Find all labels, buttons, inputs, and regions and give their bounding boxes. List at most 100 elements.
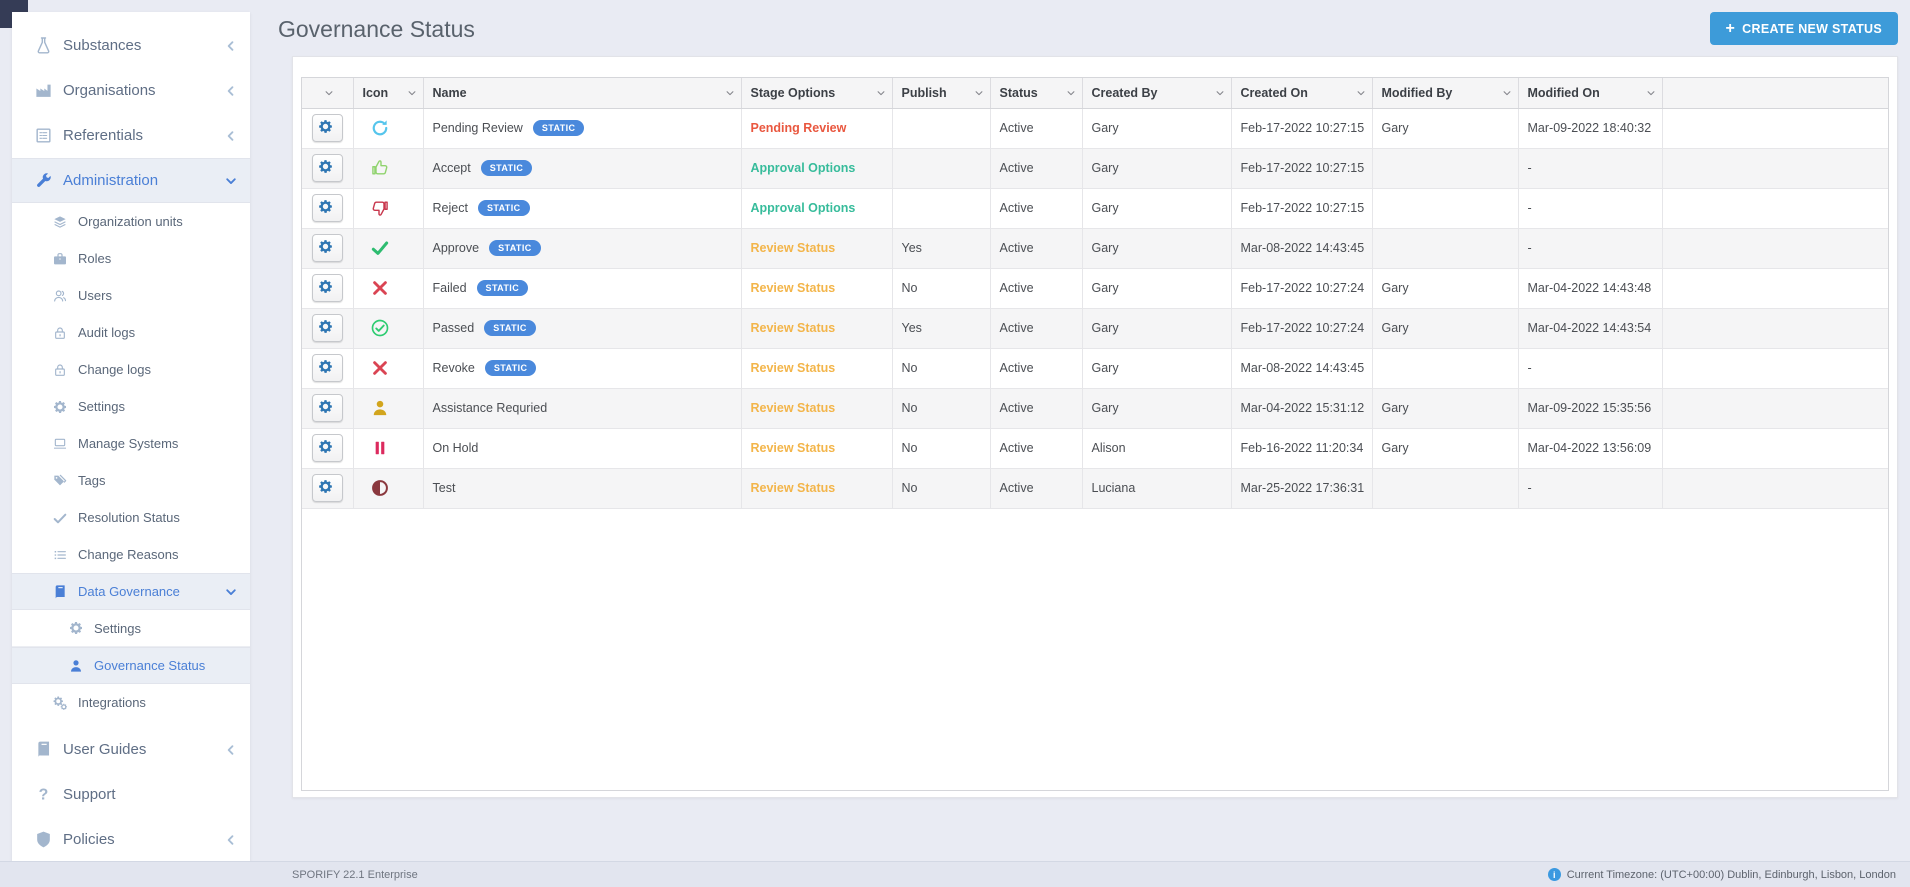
- column-header-created_by[interactable]: Created By: [1082, 78, 1231, 108]
- sidebar-item-user-guides[interactable]: User Guides: [12, 727, 250, 772]
- sidebar-item-manage-systems[interactable]: Manage Systems: [12, 425, 250, 462]
- cell-publish: No: [892, 348, 990, 388]
- column-header-icon[interactable]: Icon: [353, 78, 423, 108]
- table-row[interactable]: PassedSTATICReview StatusYesActiveGaryFe…: [302, 308, 1888, 348]
- table-row[interactable]: On HoldReview StatusNoActiveAlisonFeb-16…: [302, 428, 1888, 468]
- chevron-down-icon[interactable]: [974, 88, 984, 98]
- create-new-status-button[interactable]: + CREATE NEW STATUS: [1710, 12, 1898, 45]
- column-label: Publish: [902, 86, 947, 100]
- gear-icon: [317, 478, 337, 498]
- sidebar-item-change-logs[interactable]: Change logs: [12, 351, 250, 388]
- cell-stage-options: Review Status: [741, 308, 892, 348]
- column-header-publish[interactable]: Publish: [892, 78, 990, 108]
- cell-status: Active: [990, 188, 1082, 228]
- row-settings-button[interactable]: [312, 274, 343, 302]
- static-badge: STATIC: [484, 320, 536, 336]
- column-header-name[interactable]: Name: [423, 78, 741, 108]
- sidebar-item-organization-units[interactable]: Organization units: [12, 203, 250, 240]
- gear-icon: [317, 278, 337, 298]
- sidebar-item-label: Governance Status: [94, 658, 238, 673]
- column-label: Icon: [363, 86, 389, 100]
- column-header-modified_on[interactable]: Modified On: [1518, 78, 1662, 108]
- sidebar-item-support[interactable]: ?Support: [12, 772, 250, 817]
- table-row[interactable]: ApproveSTATICReview StatusYesActiveGaryM…: [302, 228, 1888, 268]
- chevron-down-icon[interactable]: [1066, 88, 1076, 98]
- column-header-created_on[interactable]: Created On: [1231, 78, 1372, 108]
- sidebar-item-integrations[interactable]: Integrations: [12, 684, 250, 721]
- sidebar-item-roles[interactable]: Roles: [12, 240, 250, 277]
- cell-stage-options: Pending Review: [741, 108, 892, 148]
- sidebar-item-label: Settings: [78, 399, 238, 414]
- status-name: Revoke: [433, 361, 475, 375]
- row-settings-button[interactable]: [312, 394, 343, 422]
- table-row[interactable]: TestReview StatusNoActiveLucianaMar-25-2…: [302, 468, 1888, 508]
- column-label: Stage Options: [751, 86, 836, 100]
- cell-modified-by: Gary: [1372, 308, 1518, 348]
- sidebar-item-substances[interactable]: Substances: [12, 23, 250, 68]
- cell-actions: [302, 348, 353, 388]
- sidebar-item-referentials[interactable]: Referentials: [12, 113, 250, 158]
- sidebar-item-policies[interactable]: Policies: [12, 817, 250, 862]
- cell-status: Active: [990, 308, 1082, 348]
- row-settings-button[interactable]: [312, 114, 343, 142]
- cell-actions: [302, 268, 353, 308]
- status-name: On Hold: [433, 441, 479, 455]
- sidebar-item-change-reasons[interactable]: Change Reasons: [12, 536, 250, 573]
- sidebar-item-audit-logs[interactable]: Audit logs: [12, 314, 250, 351]
- row-settings-button[interactable]: [312, 154, 343, 182]
- row-settings-button[interactable]: [312, 194, 343, 222]
- table-row[interactable]: Assistance RequriedReview StatusNoActive…: [302, 388, 1888, 428]
- cell-created-on: Feb-17-2022 10:27:24: [1231, 308, 1372, 348]
- sidebar-item-tags[interactable]: Tags: [12, 462, 250, 499]
- column-label: Modified On: [1528, 86, 1600, 100]
- chevron-down-icon[interactable]: [324, 88, 334, 98]
- row-settings-button[interactable]: [312, 314, 343, 342]
- cell-modified-on: -: [1518, 348, 1662, 388]
- chevron-left-icon: [224, 833, 238, 847]
- cell-filler: [1662, 388, 1888, 428]
- table-row[interactable]: Pending ReviewSTATICPending ReviewActive…: [302, 108, 1888, 148]
- stage-option: Review Status: [751, 441, 836, 455]
- cell-status: Active: [990, 228, 1082, 268]
- row-settings-button[interactable]: [312, 354, 343, 382]
- cell-modified-on: -: [1518, 468, 1662, 508]
- chevron-down-icon[interactable]: [1356, 88, 1366, 98]
- sidebar-item-administration[interactable]: Administration: [12, 158, 250, 203]
- column-header-filler: [1662, 78, 1888, 108]
- sidebar-item-data-governance[interactable]: Data Governance: [12, 573, 250, 610]
- chevron-down-icon[interactable]: [725, 88, 735, 98]
- table-row[interactable]: FailedSTATICReview StatusNoActiveGaryFeb…: [302, 268, 1888, 308]
- chevron-down-icon[interactable]: [876, 88, 886, 98]
- sidebar-item-governance-status[interactable]: Governance Status: [12, 647, 250, 684]
- cell-stage-options: Review Status: [741, 428, 892, 468]
- chevron-down-icon[interactable]: [1646, 88, 1656, 98]
- sidebar-item-organisations[interactable]: Organisations: [12, 68, 250, 113]
- table-row[interactable]: RejectSTATICApproval OptionsActiveGaryFe…: [302, 188, 1888, 228]
- status-name: Passed: [433, 321, 475, 335]
- static-badge: STATIC: [533, 120, 585, 136]
- sidebar-item-label: Administration: [63, 172, 224, 189]
- sidebar-item-dg-settings[interactable]: Settings: [12, 610, 250, 647]
- chevron-down-icon[interactable]: [1502, 88, 1512, 98]
- row-settings-button[interactable]: [312, 234, 343, 262]
- chevron-down-icon[interactable]: [1215, 88, 1225, 98]
- thumbs-down-icon: [370, 198, 390, 218]
- column-label: Created On: [1241, 86, 1308, 100]
- column-header-stage[interactable]: Stage Options: [741, 78, 892, 108]
- sidebar-item-label: Organisations: [63, 82, 224, 99]
- column-header-actions[interactable]: [302, 78, 353, 108]
- column-header-modified_by[interactable]: Modified By: [1372, 78, 1518, 108]
- row-settings-button[interactable]: [312, 474, 343, 502]
- sidebar-item-resolution-status[interactable]: Resolution Status: [12, 499, 250, 536]
- sidebar-item-users[interactable]: Users: [12, 277, 250, 314]
- column-header-status[interactable]: Status: [990, 78, 1082, 108]
- page-title: Governance Status: [278, 0, 1910, 43]
- sidebar-item-settings[interactable]: Settings: [12, 388, 250, 425]
- chevron-down-icon[interactable]: [407, 88, 417, 98]
- table-row[interactable]: AcceptSTATICApproval OptionsActiveGaryFe…: [302, 148, 1888, 188]
- cell-icon: [353, 428, 423, 468]
- table-row[interactable]: RevokeSTATICReview StatusNoActiveGaryMar…: [302, 348, 1888, 388]
- row-settings-button[interactable]: [312, 434, 343, 462]
- stage-option: Review Status: [751, 481, 836, 495]
- timezone-note: i Current Timezone: (UTC+00:00) Dublin, …: [1548, 868, 1896, 881]
